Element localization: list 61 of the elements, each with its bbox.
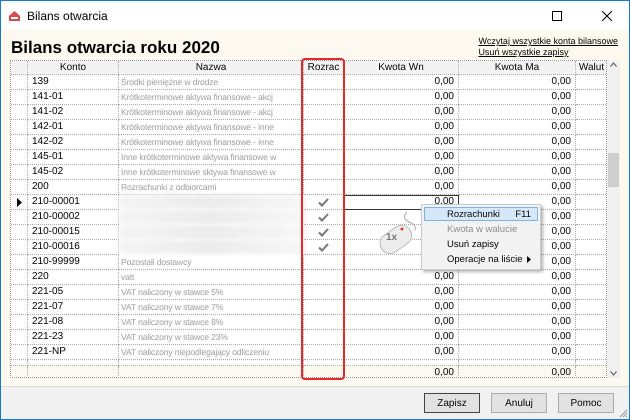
table-cell: 0,00 <box>552 240 571 254</box>
menu-item[interactable]: Operacje na liście <box>424 252 538 266</box>
click-count-label: 1x <box>386 232 398 243</box>
table-cell: 0,00 <box>434 120 454 134</box>
maximize-icon[interactable] <box>552 10 562 20</box>
table-cell: 0,00 <box>434 315 454 329</box>
app-icon <box>8 10 21 22</box>
table-cell: 0,00 <box>552 345 571 359</box>
column-header[interactable]: Kwota Wn <box>344 61 459 75</box>
column-header[interactable]: Rozrac <box>304 61 344 75</box>
table-cell: 0,00 <box>434 75 454 89</box>
scroll-down-icon[interactable] <box>610 371 617 376</box>
menu-item[interactable]: Usuń zapisy <box>424 237 538 251</box>
table-cell: 0,00 <box>552 270 571 284</box>
table-cell: 0,00 <box>434 345 454 359</box>
table-cell: 0,00 <box>552 150 571 164</box>
dialog-button[interactable]: Anuluj <box>491 393 547 413</box>
table-cell: 0,00 <box>434 300 454 314</box>
menu-item[interactable]: Rozrachunki F11 <box>424 207 538 221</box>
table-cell: 0,00 <box>434 270 454 284</box>
table-cell: 0,00 <box>552 300 571 314</box>
table-cell: 0,00 <box>434 285 454 299</box>
action-link[interactable]: Wczytaj wszystkie konta bilansowe <box>478 36 618 47</box>
table-cell: 0,00 <box>552 180 571 194</box>
table-cell: 0,00 <box>552 315 571 329</box>
column-header[interactable]: Walut <box>576 61 606 75</box>
dialog-button[interactable]: Pomoc <box>558 393 614 413</box>
table-cell: 0,00 <box>552 75 571 89</box>
scroll-thumb[interactable] <box>608 153 620 187</box>
total-cell: 0,00 <box>552 366 571 377</box>
column-header[interactable]: Kwota Ma <box>459 61 576 75</box>
page-heading: Bilans otwarcia roku 2020 <box>11 38 220 58</box>
total-cell: 0,00 <box>434 366 454 377</box>
table-cell: 0,00 <box>552 135 571 149</box>
table-cell: 0,00 <box>552 165 571 179</box>
resize-grip-icon <box>619 409 628 418</box>
table-cell: 0,00 <box>434 90 454 104</box>
table-cell: 0,00 <box>552 195 571 209</box>
table-cell: 0,00 <box>434 195 454 209</box>
table-cell: 0,00 <box>434 105 454 119</box>
scroll-up-icon[interactable] <box>610 62 617 67</box>
scrollbar[interactable] <box>607 60 620 378</box>
table-cell: 0,00 <box>552 225 571 239</box>
table-cell: 0,00 <box>552 255 571 269</box>
action-link[interactable]: Usuń wszystkie zapisy <box>478 47 568 58</box>
table-cell: 0,00 <box>434 135 454 149</box>
window-title: Bilans otwarcia <box>27 8 109 22</box>
column-header[interactable]: Konto <box>28 61 119 75</box>
dialog-button[interactable]: Zapisz <box>424 393 480 413</box>
table-cell: 0,00 <box>434 330 454 344</box>
table-cell: 0,00 <box>434 165 454 179</box>
close-icon[interactable] <box>602 10 612 20</box>
column-header[interactable]: Nazwa <box>119 61 304 75</box>
table-cell: 0,00 <box>434 150 454 164</box>
table-cell: 0,00 <box>552 285 571 299</box>
table-cell: 0,00 <box>552 90 571 104</box>
table-cell: 0,00 <box>552 120 571 134</box>
table-cell: 0,00 <box>434 180 454 194</box>
table-cell: 0,00 <box>552 105 571 119</box>
table-cell: 0,00 <box>552 330 571 344</box>
table-cell: 0,00 <box>552 210 571 224</box>
